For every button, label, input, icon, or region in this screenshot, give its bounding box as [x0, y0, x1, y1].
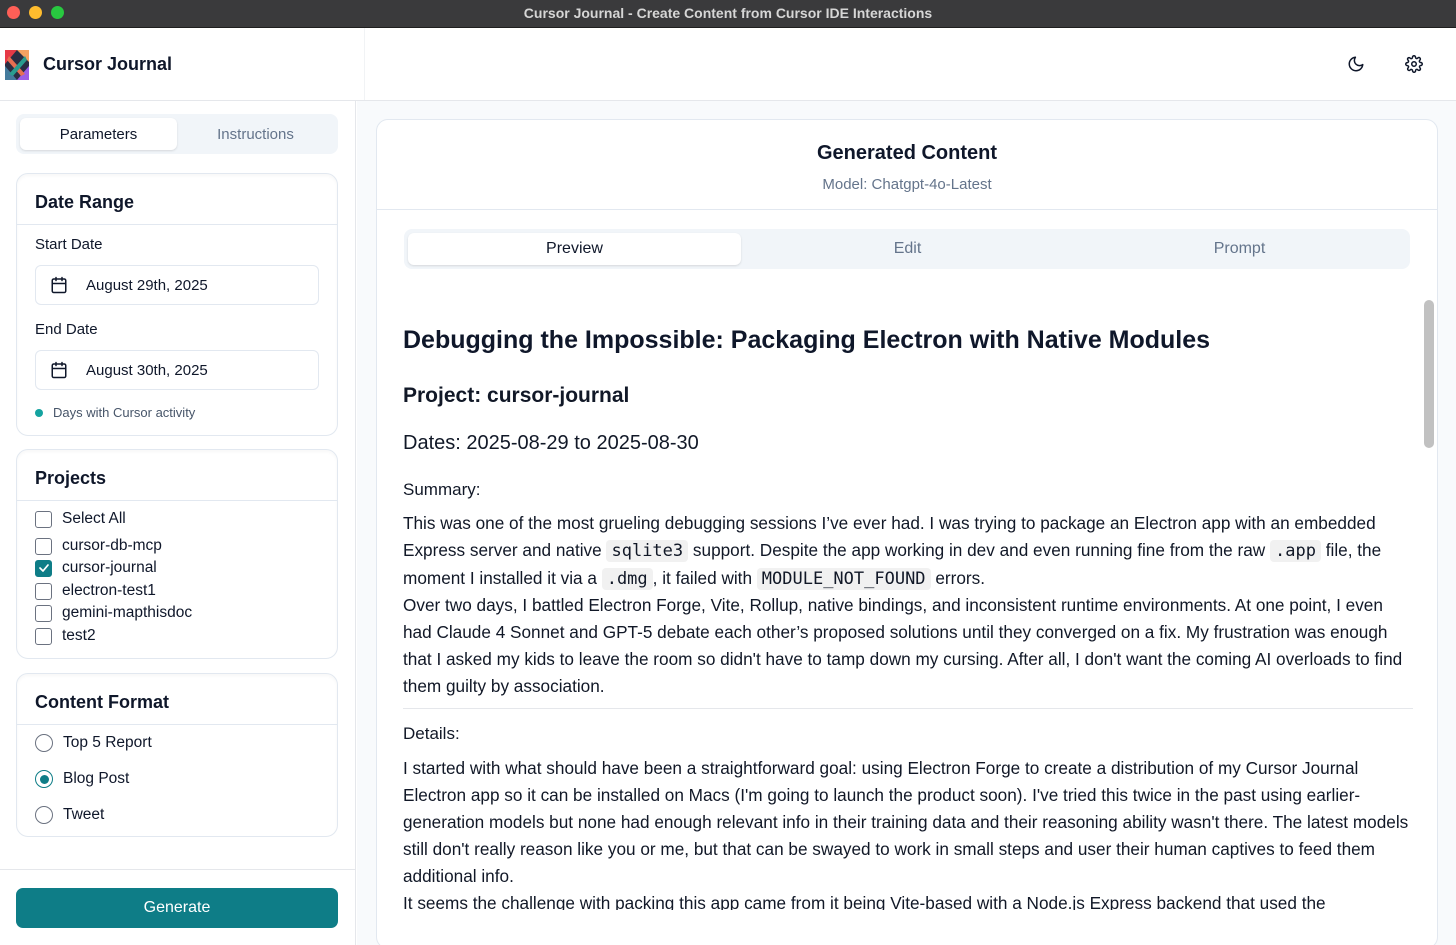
select-all-checkbox[interactable]: Select All — [35, 510, 126, 528]
summary-label: Summary: — [403, 480, 481, 499]
card-divider — [17, 224, 337, 225]
details-label: Details: — [403, 724, 460, 743]
end-date-value: August 30th, 2025 — [86, 361, 208, 379]
moon-icon — [1348, 56, 1364, 72]
section-divider — [403, 708, 1413, 709]
radio-circle — [35, 734, 53, 752]
project-label: gemini-mapthisdoc — [62, 604, 193, 621]
app-logo — [5, 50, 29, 80]
theme-toggle-button[interactable] — [1342, 50, 1370, 78]
format-label: Top 5 Report — [63, 734, 152, 751]
app-header: Cursor Journal — [0, 28, 1456, 101]
window-title: Cursor Journal - Create Content from Cur… — [523, 5, 933, 21]
activity-dot-icon — [35, 408, 43, 417]
check-icon — [38, 564, 49, 572]
calendar-icon — [51, 361, 67, 379]
details-paragraph-2: It seems the challenge with packing this… — [403, 893, 1326, 910]
project-label: electron-test1 — [62, 582, 156, 599]
content-tabs: Preview Edit Prompt — [404, 229, 1410, 269]
app-name: Cursor Journal — [43, 54, 173, 74]
select-all-label: Select All — [62, 510, 126, 527]
project-checkbox-electron-test1[interactable]: electron-test1 — [35, 582, 156, 600]
checkbox-box-checked — [35, 559, 52, 577]
tab-parameters[interactable]: Parameters — [20, 118, 177, 150]
activity-legend-label: Days with Cursor activity — [53, 405, 196, 420]
details-paragraph-1: I started with what should have been a s… — [403, 758, 1409, 886]
article-dates: Dates: 2025-08-29 to 2025-08-30 — [403, 432, 699, 454]
format-radio-top5[interactable]: Top 5 Report — [35, 734, 152, 752]
article-project: Project: cursor-journal — [403, 384, 630, 407]
format-radio-blog-post[interactable]: Blog Post — [35, 770, 129, 788]
summary-paragraph-2: Over two days, I battled Electron Forge,… — [403, 595, 1403, 696]
content-title: Generated Content — [816, 142, 998, 164]
date-range-card: Date Range Start Date August 29th, 2025 … — [16, 173, 338, 436]
settings-button[interactable] — [1400, 50, 1428, 78]
checkbox-box — [35, 627, 52, 645]
start-date-picker[interactable]: August 29th, 2025 — [35, 265, 319, 305]
checkbox-box — [35, 604, 52, 622]
radio-circle-selected — [35, 770, 53, 788]
projects-card: Projects Select All cursor-db-mcp cursor… — [16, 449, 338, 659]
project-label: test2 — [62, 627, 96, 644]
start-date-value: August 29th, 2025 — [86, 276, 208, 294]
inline-code: sqlite3 — [606, 540, 689, 562]
article-preview: Debugging the Impossible: Packaging Elec… — [403, 296, 1415, 910]
date-range-title: Date Range — [35, 192, 135, 212]
inline-code: MODULE_NOT_FOUND — [756, 568, 931, 590]
generated-content-card: Generated Content Model: Chatgpt-4o-Late… — [376, 119, 1438, 945]
window-titlebar: Cursor Journal - Create Content from Cur… — [0, 0, 1456, 28]
start-date-label: Start Date — [35, 236, 103, 253]
format-radio-tweet[interactable]: Tweet — [35, 806, 104, 824]
content-format-card: Content Format Top 5 Report Blog Post Tw… — [16, 673, 338, 837]
summary-paragraph-1: This was one of the most grueling debugg… — [403, 513, 1382, 590]
tab-instructions[interactable]: Instructions — [177, 118, 334, 150]
calendar-icon — [51, 276, 67, 294]
tab-edit[interactable]: Edit — [741, 233, 1074, 265]
end-date-picker[interactable]: August 30th, 2025 — [35, 350, 319, 390]
gear-icon — [1405, 55, 1423, 73]
checkbox-box — [35, 537, 52, 555]
tab-prompt[interactable]: Prompt — [1073, 233, 1406, 265]
format-label: Blog Post — [63, 770, 130, 787]
card-divider — [17, 500, 337, 501]
activity-legend: Days with Cursor activity — [35, 405, 195, 420]
format-label: Tweet — [63, 806, 105, 823]
project-checkbox-cursor-db-mcp[interactable]: cursor-db-mcp — [35, 537, 162, 555]
project-checkbox-test2[interactable]: test2 — [35, 627, 96, 645]
checkbox-box — [35, 582, 52, 600]
project-label: cursor-db-mcp — [62, 537, 162, 554]
content-scrollbar-thumb[interactable] — [1424, 300, 1434, 448]
main-panel: Generated Content Model: Chatgpt-4o-Late… — [357, 101, 1456, 945]
content-header: Generated Content Model: Chatgpt-4o-Late… — [377, 120, 1437, 210]
sidebar-footer-divider — [0, 869, 356, 870]
projects-title: Projects — [35, 468, 107, 488]
inline-code: .dmg — [601, 568, 653, 590]
sidebar-tabs: Parameters Instructions — [16, 114, 338, 154]
end-date-label: End Date — [35, 321, 98, 338]
generate-button[interactable]: Generate — [16, 888, 338, 928]
radio-circle — [35, 806, 53, 824]
project-label: cursor-journal — [62, 559, 157, 576]
tab-preview[interactable]: Preview — [408, 233, 741, 265]
header-divider — [364, 28, 365, 100]
article-heading: Debugging the Impossible: Packaging Elec… — [403, 326, 1211, 354]
checkbox-box — [35, 510, 52, 528]
project-checkbox-cursor-journal[interactable]: cursor-journal — [35, 559, 157, 577]
model-label: Model: Chatgpt-4o-Latest — [822, 176, 992, 193]
inline-code: .app — [1270, 540, 1321, 562]
card-divider — [17, 724, 337, 725]
sidebar: Parameters Instructions Date Range Start… — [0, 101, 356, 945]
project-checkbox-gemini-mapthisdoc[interactable]: gemini-mapthisdoc — [35, 604, 192, 622]
content-format-title: Content Format — [35, 692, 169, 712]
